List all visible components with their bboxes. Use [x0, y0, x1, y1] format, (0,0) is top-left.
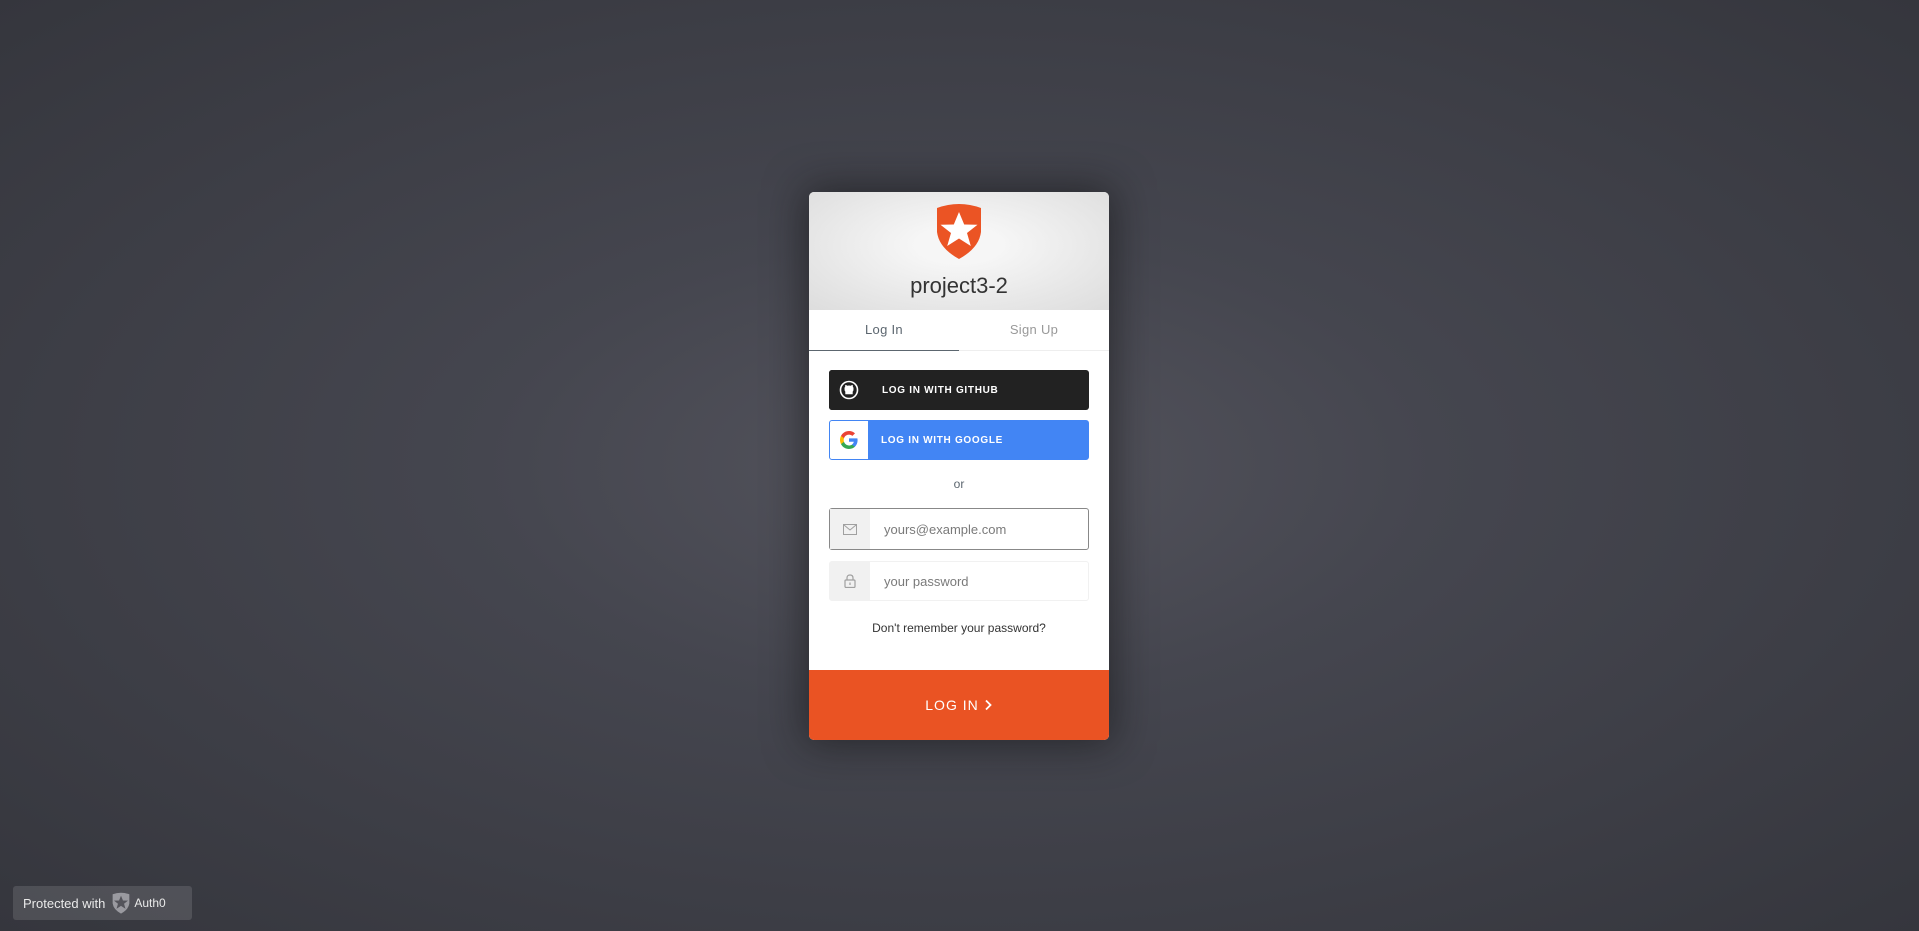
github-icon [839, 380, 859, 400]
badge-brand-label: Auth0 [134, 896, 166, 910]
email-input[interactable] [870, 509, 1088, 549]
badge-brand: Auth0 [111, 892, 166, 914]
email-icon [843, 523, 857, 535]
password-field [829, 561, 1089, 601]
badge-prefix: Protected with [23, 895, 106, 911]
protected-by-badge[interactable]: Protected with Auth0 [13, 886, 192, 920]
submit-label: LOG IN [925, 697, 979, 713]
forgot-password-link[interactable]: Don't remember your password? [829, 621, 1089, 635]
email-icon-box [830, 509, 870, 549]
github-icon-box [829, 370, 869, 410]
chevron-right-icon [985, 699, 992, 711]
google-icon-box [830, 421, 868, 459]
google-icon [840, 431, 858, 449]
github-login-label: LOG IN WITH GITHUB [882, 384, 999, 396]
lock-icon [844, 574, 856, 588]
widget-header: project3-2 [809, 192, 1109, 310]
google-login-label: LOG IN WITH GOOGLE [881, 434, 1004, 446]
lock-icon-box [830, 562, 870, 600]
auth0-logo-icon [937, 204, 981, 259]
email-field [829, 508, 1089, 550]
or-separator: or [953, 477, 965, 491]
github-login-button[interactable]: LOG IN WITH GITHUB [829, 370, 1089, 410]
tab-log-in[interactable]: Log In [809, 310, 959, 351]
log-in-submit-button[interactable]: LOG IN [809, 670, 1109, 740]
login-widget: project3-2 Log In Sign Up LOG IN WITH GI… [809, 192, 1109, 740]
google-login-button[interactable]: LOG IN WITH GOOGLE [829, 420, 1089, 460]
widget-body: LOG IN WITH GITHUB LOG IN WITH GOOGLE or [809, 351, 1109, 635]
app-title: project3-2 [910, 273, 1008, 298]
auth0-badge-icon [113, 892, 130, 914]
auth-tabs: Log In Sign Up [809, 310, 1109, 351]
tab-sign-up[interactable]: Sign Up [959, 310, 1109, 350]
password-input[interactable] [870, 562, 1088, 600]
